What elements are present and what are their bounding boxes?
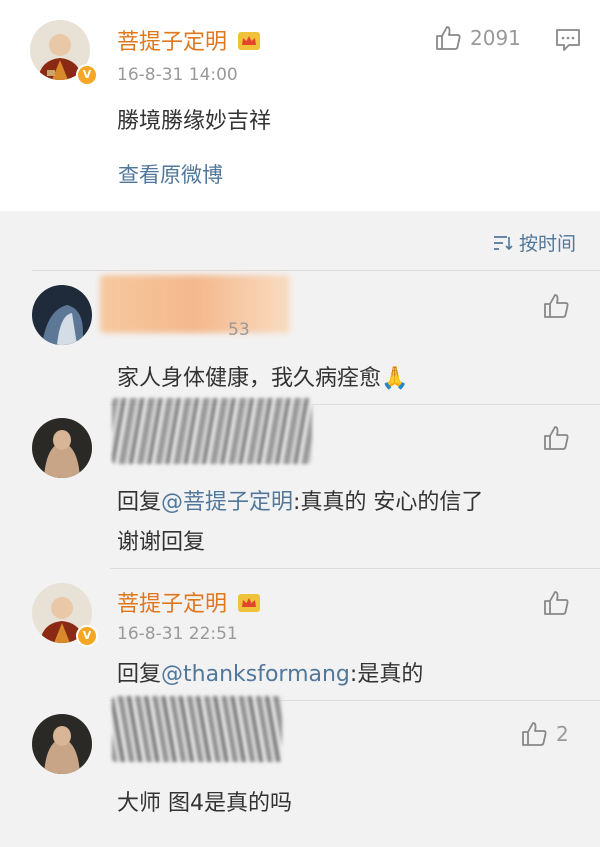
comment-like-button[interactable]: 2 xyxy=(520,720,569,748)
comment-avatar[interactable] xyxy=(32,714,92,774)
reply-body: :真真的 安心的信了 xyxy=(293,490,484,515)
comment-avatar[interactable] xyxy=(32,418,92,478)
comment-like-count: 2 xyxy=(556,722,569,746)
divider xyxy=(32,270,600,271)
comment-icon xyxy=(556,29,580,51)
thumbs-up-icon xyxy=(544,591,569,615)
comment-like-button[interactable] xyxy=(542,292,570,320)
verified-badge-icon: V xyxy=(76,64,98,86)
comment-avatar[interactable] xyxy=(32,285,92,345)
divider xyxy=(110,568,600,569)
reply-prefix: 回复 xyxy=(117,662,162,687)
post-comment-button[interactable] xyxy=(555,28,581,52)
view-original-link[interactable]: 查看原微博 xyxy=(118,159,223,189)
post-text: 勝境勝缘妙吉祥 xyxy=(117,109,272,134)
reply-prefix: 回复 xyxy=(117,490,162,515)
sort-label: 按时间 xyxy=(518,233,576,255)
comment-text-line2: 谢谢回复 xyxy=(117,530,206,555)
sort-by-time-button[interactable]: 按时间 xyxy=(493,229,576,256)
reply-body: :是真的 xyxy=(349,662,424,687)
thumbs-up-icon xyxy=(522,722,547,746)
thumbs-up-icon xyxy=(436,26,461,50)
sort-icon xyxy=(493,235,513,250)
mention-link[interactable]: @菩提子定明 xyxy=(161,490,293,515)
redacted-username xyxy=(100,275,290,333)
verified-badge-icon: V xyxy=(76,625,98,647)
thumbs-up-icon xyxy=(544,426,569,450)
post-like-count: 2091 xyxy=(470,26,521,50)
crown-badge-icon xyxy=(238,32,261,50)
redacted-username xyxy=(112,696,282,762)
comment-text: 家人身体健康，我久病痊愈🙏 xyxy=(117,366,409,391)
comment-time-fragment: 53 xyxy=(228,320,250,340)
thumbs-up-icon xyxy=(544,294,569,318)
comment-author-name[interactable]: 菩提子定明 xyxy=(117,586,261,618)
comment-text: 回复@thanksformang:是真的 xyxy=(117,656,423,688)
crown-badge-icon xyxy=(238,594,261,612)
redacted-username xyxy=(112,398,312,464)
post-time: 16-8-31 14:00 xyxy=(117,65,238,85)
comment-text: 回复@菩提子定明:真真的 安心的信了 xyxy=(117,484,483,516)
comment-like-button[interactable] xyxy=(542,589,570,617)
comment-time: 16-8-31 22:51 xyxy=(117,624,238,644)
original-post-card: V 菩提子定明 16-8-31 14:00 勝境勝缘妙吉祥 查看原微博 2091 xyxy=(0,0,600,211)
comment-text: 大师 图4是真的吗 xyxy=(117,791,292,816)
post-like-button[interactable]: 2091 xyxy=(434,24,521,52)
post-author-text[interactable]: 菩提子定明 xyxy=(117,30,227,55)
comment-like-button[interactable] xyxy=(542,424,570,452)
comment-author-text[interactable]: 菩提子定明 xyxy=(117,592,227,617)
post-author-name[interactable]: 菩提子定明 xyxy=(117,24,261,56)
mention-link[interactable]: @thanksformang xyxy=(161,662,350,687)
